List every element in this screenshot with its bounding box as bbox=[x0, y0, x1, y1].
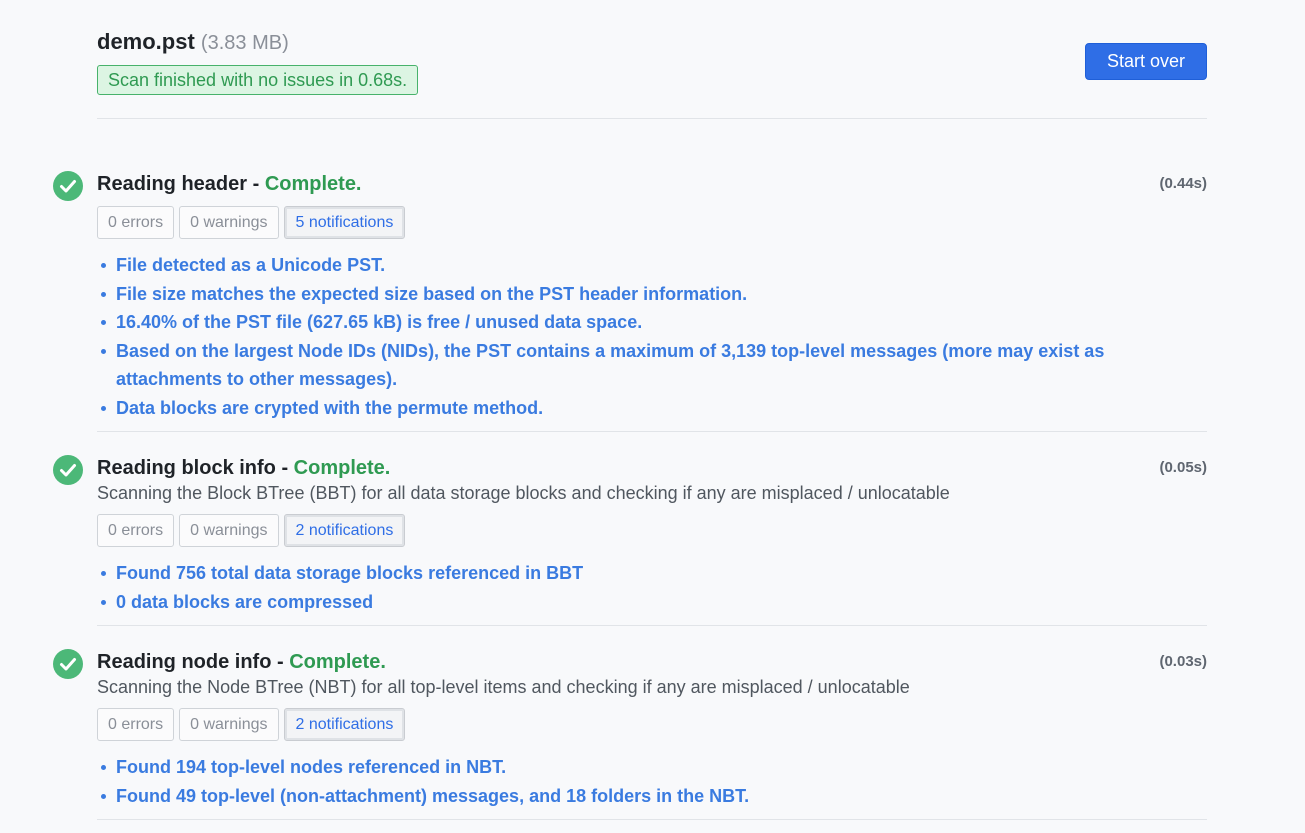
section-divider bbox=[97, 431, 1207, 432]
file-name: demo.pst bbox=[97, 29, 195, 54]
notification-list: Found 756 total data storage blocks refe… bbox=[97, 559, 1177, 616]
notification-list: File detected as a Unicode PST. File siz… bbox=[97, 251, 1177, 422]
check-circle-icon bbox=[53, 455, 83, 485]
file-title: demo.pst (3.83 MB) bbox=[97, 28, 418, 57]
section-description: Scanning the Node BTree (NBT) for all to… bbox=[97, 677, 910, 697]
list-item: 16.40% of the PST file (627.65 kB) is fr… bbox=[97, 308, 1177, 337]
header-divider bbox=[97, 118, 1207, 119]
section-title-text: Reading node info - bbox=[97, 651, 290, 673]
section-title-text: Reading block info - bbox=[97, 457, 294, 479]
list-item: Data blocks are crypted with the permute… bbox=[97, 394, 1177, 423]
section-status: Complete. bbox=[293, 457, 391, 479]
errors-chip[interactable]: 0 errors bbox=[97, 514, 175, 547]
scan-report: demo.pst (3.83 MB) Scan finished with no… bbox=[0, 0, 1305, 833]
warnings-chip[interactable]: 0 warnings bbox=[179, 206, 279, 239]
notifications-chip[interactable]: 5 notifications bbox=[283, 206, 406, 239]
notifications-chip[interactable]: 2 notifications bbox=[283, 514, 406, 547]
section-duration: (0.03s) bbox=[1159, 653, 1207, 670]
section-filter-chips: 0 errors 0 warnings 2 notifications bbox=[97, 708, 406, 741]
list-item: Found 49 top-level (non-attachment) mess… bbox=[97, 782, 1177, 811]
file-header: demo.pst (3.83 MB) Scan finished with no… bbox=[97, 28, 419, 95]
section-filter-chips: 0 errors 0 warnings 5 notifications bbox=[97, 206, 406, 239]
section-title: Reading block info - Complete. bbox=[97, 453, 390, 483]
section-divider bbox=[97, 625, 1207, 626]
section-title: Reading node info - Complete. bbox=[97, 647, 386, 677]
file-size: (3.83 MB) bbox=[200, 32, 289, 54]
section-title: Reading header - Complete. bbox=[97, 169, 362, 199]
list-item: File detected as a Unicode PST. bbox=[97, 251, 1177, 280]
list-item: 0 data blocks are compressed bbox=[97, 588, 1177, 617]
section-status: Complete. bbox=[289, 651, 386, 673]
notification-list: Found 194 top-level nodes referenced in … bbox=[97, 753, 1177, 810]
section-duration: (0.05s) bbox=[1159, 459, 1207, 476]
check-circle-icon bbox=[53, 171, 83, 201]
errors-chip[interactable]: 0 errors bbox=[97, 206, 175, 239]
warnings-chip[interactable]: 0 warnings bbox=[179, 514, 279, 547]
section-duration: (0.44s) bbox=[1159, 175, 1207, 192]
section-filter-chips: 0 errors 0 warnings 2 notifications bbox=[97, 514, 406, 547]
start-over-button[interactable]: Start over bbox=[1085, 43, 1207, 80]
list-item: File size matches the expected size base… bbox=[97, 280, 1177, 309]
section-description: Scanning the Block BTree (BBT) for all d… bbox=[97, 483, 950, 503]
section-divider bbox=[97, 819, 1207, 820]
section-title-text: Reading header - bbox=[97, 173, 265, 195]
list-item: Found 756 total data storage blocks refe… bbox=[97, 559, 1177, 588]
warnings-chip[interactable]: 0 warnings bbox=[179, 708, 279, 741]
check-circle-icon bbox=[53, 649, 83, 679]
notifications-chip[interactable]: 2 notifications bbox=[283, 708, 406, 741]
section-status: Complete. bbox=[264, 173, 362, 195]
list-item: Based on the largest Node IDs (NIDs), th… bbox=[97, 337, 1177, 394]
list-item: Found 194 top-level nodes referenced in … bbox=[97, 753, 1177, 782]
scan-status-badge: Scan finished with no issues in 0.68s. bbox=[97, 65, 419, 95]
errors-chip[interactable]: 0 errors bbox=[97, 708, 175, 741]
